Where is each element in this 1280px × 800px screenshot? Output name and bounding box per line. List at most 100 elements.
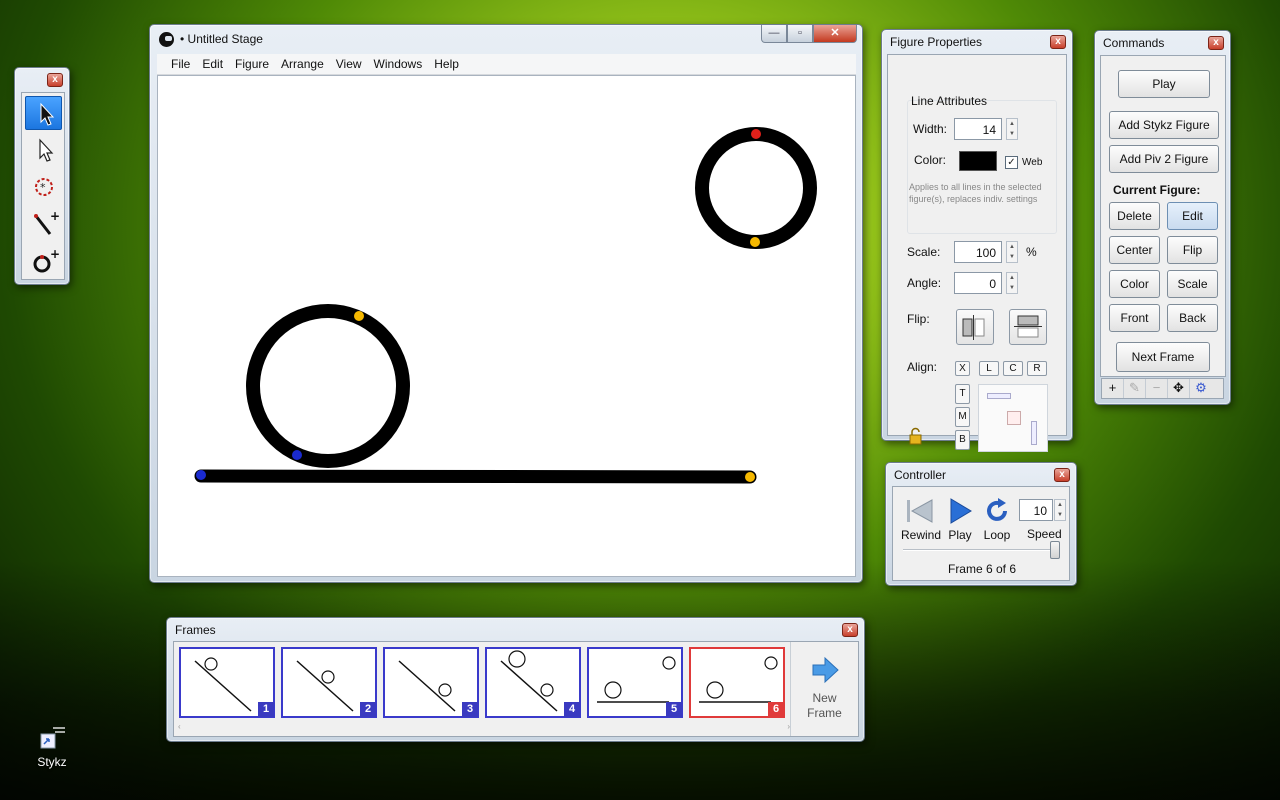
minus-icon[interactable]: −: [1146, 379, 1168, 398]
menu-bar: File Edit Figure Arrange View Windows He…: [157, 54, 856, 75]
angle-input[interactable]: 0: [954, 272, 1002, 294]
desktop-icon-label: Stykz: [37, 755, 67, 769]
scale-stepper[interactable]: ▲ ▼: [1006, 241, 1018, 263]
back-button[interactable]: Back: [1167, 304, 1218, 332]
frame-number: 6: [768, 702, 784, 717]
scroll-left-icon[interactable]: ‹: [178, 722, 181, 731]
frame-thumbnail-6[interactable]: 6: [689, 647, 785, 718]
menu-view[interactable]: View: [330, 54, 368, 74]
scale-input[interactable]: 100: [954, 241, 1002, 263]
frame-number: 2: [360, 702, 376, 717]
width-stepper[interactable]: ▲ ▼: [1006, 118, 1018, 140]
new-frame-arrow-icon: [812, 656, 839, 684]
delete-button[interactable]: Delete: [1109, 202, 1160, 230]
frame-thumbnail-4[interactable]: 4: [485, 647, 581, 718]
speed-input[interactable]: 10: [1019, 499, 1053, 521]
new-frame-button[interactable]: New Frame: [790, 642, 858, 736]
center-button[interactable]: Center: [1109, 236, 1160, 264]
pencil-icon[interactable]: ✎: [1124, 379, 1146, 398]
stykz-desktop-shortcut[interactable]: Stykz: [30, 720, 74, 769]
align-right-button[interactable]: R: [1027, 361, 1047, 376]
front-button[interactable]: Front: [1109, 304, 1160, 332]
controller-window: Controller x Rewind Play Loop 10 ▲ ▼ Spee…: [885, 462, 1077, 586]
align-center-button[interactable]: C: [1003, 361, 1023, 376]
align-top-button[interactable]: T: [955, 384, 970, 404]
align-bottom-button[interactable]: B: [955, 430, 970, 450]
large-circle-top-joint[interactable]: [354, 311, 364, 321]
add-icon[interactable]: +: [1102, 379, 1124, 398]
frame-thumbnail-2[interactable]: 2: [281, 647, 377, 718]
figure-properties-close-button[interactable]: x: [1050, 35, 1066, 49]
select-tool[interactable]: [25, 96, 62, 130]
line-color-swatch[interactable]: [959, 151, 997, 171]
align-middle-button[interactable]: M: [955, 407, 970, 427]
menu-help[interactable]: Help: [428, 54, 465, 74]
frame-thumbnail-5[interactable]: 5: [587, 647, 683, 718]
align-left-button[interactable]: L: [979, 361, 999, 376]
flip-button[interactable]: Flip: [1167, 236, 1218, 264]
scale-button[interactable]: Scale: [1167, 270, 1218, 298]
move-icon[interactable]: ✥: [1168, 379, 1190, 398]
commands-close-button[interactable]: x: [1208, 36, 1224, 50]
flip-horizontal-button[interactable]: [956, 309, 994, 345]
ground-line-start-joint[interactable]: [196, 470, 206, 480]
frames-window: Frames x 1 2 3 4 5 6 ‹ › New Frame: [166, 617, 865, 742]
stykz-logo-icon: [159, 32, 174, 47]
next-frame-button[interactable]: Next Frame: [1116, 342, 1210, 372]
pivot-tool[interactable]: *: [25, 170, 62, 204]
align-x-button[interactable]: X: [955, 361, 970, 376]
menu-figure[interactable]: Figure: [229, 54, 275, 74]
lock-icon[interactable]: [908, 427, 924, 445]
add-line-tool[interactable]: +: [25, 207, 62, 241]
menu-arrange[interactable]: Arrange: [275, 54, 330, 74]
add-piv-figure-button[interactable]: Add Piv 2 Figure: [1109, 145, 1219, 173]
loop-icon: [987, 498, 1007, 521]
edit-button[interactable]: Edit: [1167, 202, 1218, 230]
ground-line-end-joint[interactable]: [745, 472, 755, 482]
web-label: Web: [1022, 157, 1043, 168]
add-stykz-figure-button[interactable]: Add Stykz Figure: [1109, 111, 1219, 139]
speed-slider-thumb[interactable]: [1050, 541, 1060, 559]
frame-number: 3: [462, 702, 478, 717]
play-button[interactable]: Play: [1118, 70, 1210, 98]
web-checkbox[interactable]: ✓: [1005, 156, 1018, 169]
speed-slider-track[interactable]: [903, 549, 1053, 551]
align-preview: [978, 384, 1048, 452]
add-circle-tool[interactable]: +: [25, 244, 62, 278]
small-circle-bottom-joint[interactable]: [750, 237, 760, 247]
frame-thumbnail-1[interactable]: 1: [179, 647, 275, 718]
stage-drawing[interactable]: [158, 76, 855, 576]
controller-close-button[interactable]: x: [1054, 468, 1070, 482]
flip-vertical-button[interactable]: [1009, 309, 1047, 345]
menu-windows[interactable]: Windows: [368, 54, 429, 74]
large-circle-bottom-joint[interactable]: [292, 450, 302, 460]
new-frame-label-1: New: [812, 691, 837, 705]
minimize-button[interactable]: —: [761, 25, 787, 43]
small-circle-top-joint[interactable]: [751, 129, 761, 139]
loop-control[interactable]: Loop: [981, 497, 1013, 545]
rewind-icon: [907, 499, 933, 523]
ground-line-figure[interactable]: [194, 469, 757, 484]
gear-icon[interactable]: ⚙: [1190, 379, 1212, 398]
menu-file[interactable]: File: [165, 54, 196, 74]
direct-select-tool[interactable]: [25, 133, 62, 167]
stage-canvas[interactable]: [157, 75, 856, 577]
color-button[interactable]: Color: [1109, 270, 1160, 298]
close-window-button[interactable]: ✕: [813, 25, 857, 43]
small-circle-figure[interactable]: [695, 127, 817, 249]
toolbox-close-button[interactable]: x: [47, 73, 63, 87]
angle-label: Angle:: [907, 276, 942, 290]
frames-scrollbar[interactable]: ‹ ›: [178, 722, 790, 734]
frames-close-button[interactable]: x: [842, 623, 858, 637]
maximize-button[interactable]: ▫: [787, 25, 813, 43]
line-attributes-label: Line Attributes: [911, 94, 988, 108]
frame-thumbnail-3[interactable]: 3: [383, 647, 479, 718]
width-input[interactable]: 14: [954, 118, 1002, 140]
large-circle-figure[interactable]: [246, 304, 410, 468]
stage-window[interactable]: • Untitled Stage — ▫ ✕ File Edit Figure …: [149, 24, 863, 583]
angle-stepper[interactable]: ▲ ▼: [1006, 272, 1018, 294]
rewind-control[interactable]: Rewind: [901, 497, 941, 545]
speed-stepper[interactable]: ▲ ▼: [1054, 499, 1066, 521]
menu-edit[interactable]: Edit: [196, 54, 229, 74]
play-control[interactable]: Play: [945, 497, 975, 545]
